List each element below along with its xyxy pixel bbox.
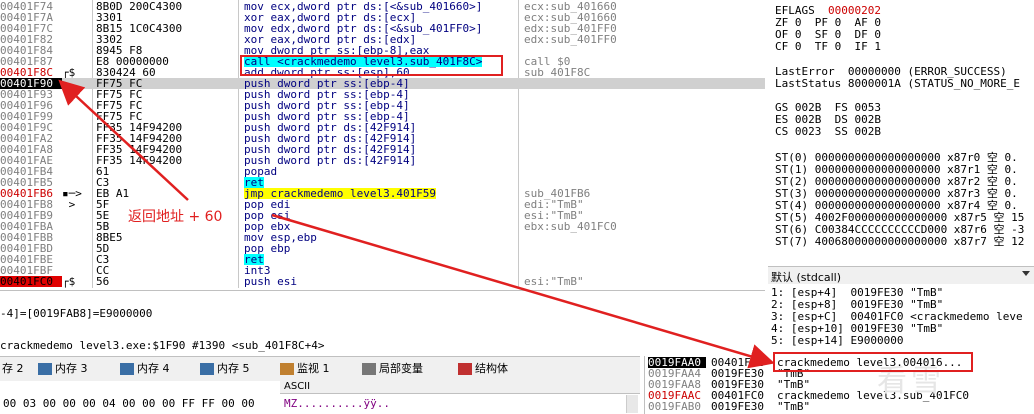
dump-icon	[38, 363, 52, 375]
argument-row[interactable]: 5: [esp+14] E9000000	[771, 335, 903, 346]
tab-4[interactable]: 内存 5	[200, 360, 250, 378]
calling-convention-label: 默认 (stdcall)	[771, 271, 842, 284]
tab-1[interactable]: 存 2	[2, 360, 24, 378]
tab-label: 内存 3	[55, 362, 88, 375]
tab-label: 存 2	[2, 362, 24, 375]
disasm-row[interactable]: 00401FB9 5E pop esi esi:"TmB"	[0, 210, 765, 221]
ascii-header: ASCII	[284, 381, 311, 392]
instruction-comment: ebx:sub_401FC0	[524, 220, 617, 233]
dump-scrollbar[interactable]	[626, 395, 638, 413]
return-address-annotation: 返回地址 + 60	[128, 209, 223, 225]
instruction-bytes: 61	[96, 165, 110, 178]
instruction-comment: edx:sub_401FF0	[524, 33, 617, 46]
info-line: crackmedemo level3.exe:$1F90 #1390 <sub_…	[0, 339, 325, 352]
disasm-row[interactable]: 00401FAE FF35 14F94200 push dword ptr ds:[…	[0, 155, 765, 166]
disasm-row[interactable]: 00401FBE C3 ret	[0, 254, 765, 265]
dump-header: ASCII	[280, 381, 640, 394]
stack-row[interactable]: 0019FAB0 0019FE30 "TmB"	[645, 401, 1034, 412]
tab-6[interactable]: 局部变量	[362, 360, 423, 378]
dump-hex[interactable]: 00 03 00 00 00 04 00 00 00 FF FF 00 00	[3, 397, 255, 410]
tab-label: 监视 1	[297, 362, 330, 375]
jump-marker: ┌$	[62, 66, 76, 79]
registers-panel[interactable]: EFLAGS 00000202 ZF 0 PF 0 AF 0 OF 0 SF 0…	[768, 0, 1034, 262]
stack-view[interactable]: 0019FAA0 00401FEC crackmedemo level3.00401…	[644, 356, 1034, 414]
disasm-row[interactable]: 00401FC0 ┌$ 56 push esi esi:"TmB"	[0, 276, 765, 287]
disasm-row[interactable]: 00401FB8 >5F pop edi edi:"TmB"	[0, 199, 765, 210]
flags-row: CF 0 TF 0 IF 1	[775, 40, 881, 53]
instruction-comment: esi:"TmB"	[524, 275, 584, 288]
stack-row[interactable]: 0019FAAC 00401FC0 crackmedemo level3.sub_4…	[645, 390, 1034, 401]
info-pane: -4]=[0019FAB8]=E9000000 crackmedemo leve…	[0, 290, 765, 355]
disasm-row[interactable]: 00401FB6 ▪─> EB A1 jmp crackmedemo level3.4…	[0, 188, 765, 199]
argument-row[interactable]: 3: [esp+C] 00401FC0 <crackmedemo leve	[771, 311, 1023, 322]
dump-icon	[120, 363, 134, 375]
tab-2[interactable]: 内存 3	[38, 360, 88, 378]
jump-marker: >	[62, 198, 76, 211]
watch-icon	[280, 363, 294, 375]
tab-label: 结构体	[475, 362, 508, 375]
instruction-bytes: FF35 14F94200	[96, 154, 183, 167]
chevron-down-icon[interactable]	[1022, 271, 1030, 276]
segment-row: CS 0023 SS 002B	[775, 125, 881, 138]
argument-row[interactable]: 2: [esp+8] 0019FE30 "TmB"	[771, 299, 943, 310]
tab-5[interactable]: 监视 1	[280, 360, 330, 378]
instruction-address[interactable]: 00401FC0	[0, 276, 62, 287]
instruction-bytes: 56	[96, 275, 110, 288]
dump-icon	[200, 363, 214, 375]
disasm-row[interactable]: 00401FBB 8BE5 mov esp,ebp	[0, 232, 765, 243]
instruction-bytes: C3	[96, 253, 110, 266]
memory-dump[interactable]: ASCII 00 03 00 00 00 04 00 00 00 FF FF 0…	[0, 381, 640, 414]
tab-label: 内存 5	[217, 362, 250, 375]
tab-7[interactable]: 结构体	[458, 360, 508, 378]
jump-marker: ┌$	[62, 275, 76, 288]
argument-row[interactable]: 4: [esp+10] 0019FE30 "TmB"	[771, 323, 943, 334]
dump-tab-bar: 存 2 内存 3 内存 4 内存 5 监视 1 局部变量 结构体	[0, 356, 640, 382]
stack-row[interactable]: 0019FAA0 00401FEC crackmedemo level3.00401…	[645, 357, 1034, 368]
watermark-text: 看雪	[877, 364, 945, 399]
fpu-register-row[interactable]: ST(7) 40068000000000000000 x87r7 空 12	[775, 236, 1024, 248]
stack-comment: "TmB"	[777, 400, 811, 413]
stack-row[interactable]: 0019FAA4 0019FE30 "TmB"	[645, 368, 1034, 379]
stack-address[interactable]: 0019FAB0	[648, 401, 706, 412]
struct-icon	[458, 363, 472, 375]
call-arguments-list[interactable]: 1: [esp+4] 0019FE30 "TmB" 2: [esp+8] 0019…	[768, 284, 1034, 356]
disasm-row[interactable]: 00401FB4 61 popad	[0, 166, 765, 177]
instruction-text[interactable]: push esi	[244, 276, 297, 287]
tab-label: 局部变量	[379, 362, 423, 375]
last-status: LastStatus 8000001A (STATUS_NO_MORE_E	[775, 77, 1021, 90]
tab-3[interactable]: 内存 4	[120, 360, 170, 378]
instruction-bytes: EB A1	[96, 187, 130, 200]
disassembly-view[interactable]: 00401F74 8B0D 200C4300 mov ecx,dword ptr d…	[0, 0, 765, 288]
tab-label: 内存 4	[137, 362, 170, 375]
disasm-row[interactable]: 00401FBF CC int3	[0, 265, 765, 276]
instruction-bytes: 5D	[96, 242, 110, 255]
instruction-bytes: 8BE5	[96, 231, 123, 244]
instruction-comment: sub_401F8C	[524, 66, 591, 79]
disasm-row[interactable]: 00401FBD 5D pop ebp	[0, 243, 765, 254]
instruction-bytes: CC	[96, 264, 110, 277]
stack-value[interactable]: 0019FE30	[711, 401, 771, 412]
dump-ascii[interactable]: MZ..........ÿÿ..	[284, 397, 390, 410]
locals-icon	[362, 363, 376, 375]
calling-convention-header[interactable]: 默认 (stdcall)	[768, 266, 1034, 285]
argument-row[interactable]: 1: [esp+4] 0019FE30 "TmB"	[771, 287, 943, 298]
info-line: -4]=[0019FAB8]=E9000000	[0, 307, 153, 320]
